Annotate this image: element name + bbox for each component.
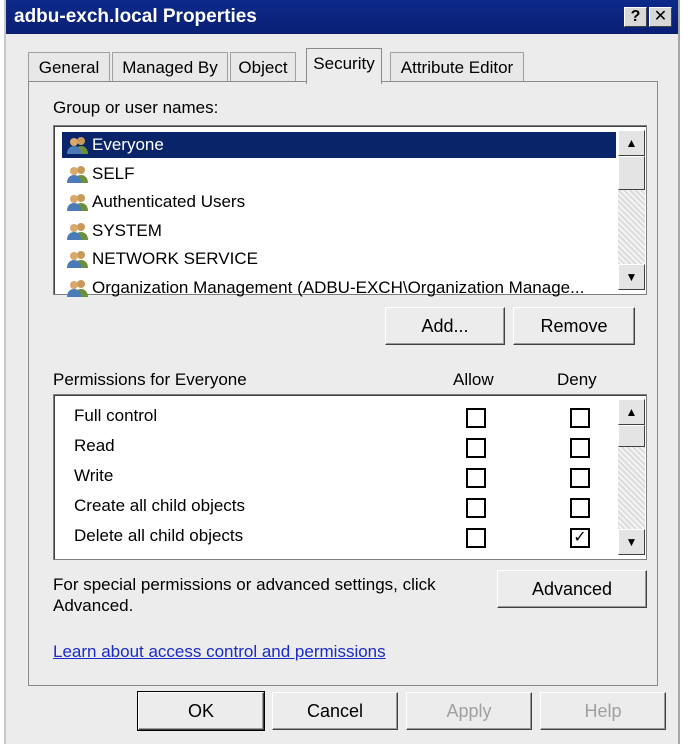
permission-row: Full control	[64, 401, 606, 431]
list-item[interactable]: NETWORK SERVICE	[62, 246, 616, 272]
user-group-icon	[67, 137, 88, 154]
group-user-list[interactable]: Everyone SELF Authenticated Users SYSTEM NET…	[53, 125, 647, 297]
close-button[interactable]: ✕	[649, 7, 672, 27]
remove-button[interactable]: Remove	[513, 307, 635, 345]
permission-row: Write	[64, 461, 606, 491]
scroll-thumb[interactable]	[618, 156, 645, 190]
list-item-label: NETWORK SERVICE	[92, 249, 258, 268]
list-item-label: Authenticated Users	[92, 192, 246, 211]
permission-row: Create all child objects	[64, 491, 606, 521]
user-group-icon	[67, 165, 88, 183]
user-group-icon	[67, 251, 88, 268]
permission-row: Read	[64, 431, 606, 461]
deny-checkbox[interactable]: ✓	[570, 528, 590, 548]
cancel-button[interactable]: Cancel	[272, 692, 398, 730]
permission-name: Full control	[74, 406, 158, 425]
help-button[interactable]: Help	[540, 692, 666, 730]
tab-object[interactable]: Object	[230, 52, 296, 83]
scroll-up-icon[interactable]: ▲	[618, 130, 645, 156]
ok-button[interactable]: OK	[137, 691, 265, 731]
group-names-label: Group or user names:	[53, 98, 219, 117]
list-item[interactable]: Authenticated Users	[62, 189, 616, 215]
allow-checkbox[interactable]	[466, 438, 486, 458]
list-item[interactable]: Organization Management (ADBU-EXCH\Organ…	[62, 275, 616, 301]
scroll-up-icon[interactable]: ▲	[618, 399, 645, 425]
help-title-button[interactable]: ?	[624, 7, 647, 27]
advanced-button[interactable]: Advanced	[497, 570, 647, 608]
list-item[interactable]: SYSTEM	[62, 218, 616, 244]
scroll-thumb[interactable]	[618, 425, 645, 447]
list-item[interactable]: SELF	[62, 161, 616, 187]
permission-name: Create all child objects	[74, 496, 246, 515]
group-list-scrollbar[interactable]: ▲ ▼	[618, 130, 645, 290]
apply-button[interactable]: Apply	[406, 692, 532, 730]
list-item-label: Everyone	[92, 135, 164, 154]
add-button[interactable]: Add...	[385, 307, 505, 345]
permissions-list: Full control Read Write Create all child ob…	[53, 394, 647, 560]
properties-dialog: adbu-exch.local Properties ? ✕ General M…	[4, 0, 680, 744]
list-item-label: Organization Management (ADBU-EXCH\Organ…	[92, 277, 585, 297]
deny-checkbox[interactable]	[570, 498, 590, 518]
list-item-label: SYSTEM	[92, 220, 162, 240]
scroll-down-icon[interactable]: ▼	[618, 529, 645, 555]
tab-general[interactable]: General	[28, 52, 110, 83]
allow-header: Allow	[453, 370, 494, 389]
permission-name: Read	[74, 436, 115, 455]
list-item[interactable]: Everyone	[62, 132, 616, 158]
security-tab-panel: Group or user names: Everyone SELF Authent…	[28, 81, 658, 686]
window-title: adbu-exch.local Properties	[14, 6, 257, 27]
user-group-icon	[67, 279, 88, 297]
deny-checkbox[interactable]	[570, 438, 590, 458]
permissions-scrollbar[interactable]: ▲ ▼	[618, 399, 645, 555]
tab-security[interactable]: Security	[306, 48, 382, 84]
title-bar[interactable]: adbu-exch.local Properties ? ✕	[6, 0, 678, 34]
deny-checkbox[interactable]	[570, 468, 590, 488]
user-group-icon	[67, 194, 88, 211]
deny-header: Deny	[557, 370, 597, 389]
permissions-label: Permissions for Everyone	[53, 370, 247, 389]
tab-attribute-editor[interactable]: Attribute Editor	[390, 52, 524, 83]
allow-checkbox[interactable]	[466, 468, 486, 488]
allow-checkbox[interactable]	[466, 408, 486, 428]
allow-checkbox[interactable]	[466, 498, 486, 518]
tab-managed-by[interactable]: Managed By	[112, 52, 228, 83]
permission-name: Write	[74, 466, 114, 485]
list-item-label: SELF	[92, 163, 135, 183]
scroll-down-icon[interactable]: ▼	[618, 264, 645, 290]
user-group-icon	[67, 222, 88, 240]
deny-checkbox[interactable]	[570, 408, 590, 428]
allow-checkbox[interactable]	[466, 528, 486, 548]
permission-row: Delete all child objects ✓	[64, 521, 606, 551]
permission-name: Delete all child objects	[74, 526, 244, 545]
advanced-hint-text: For special permissions or advanced sett…	[53, 575, 436, 615]
learn-more-link[interactable]: Learn about access control and permissio…	[53, 642, 386, 662]
